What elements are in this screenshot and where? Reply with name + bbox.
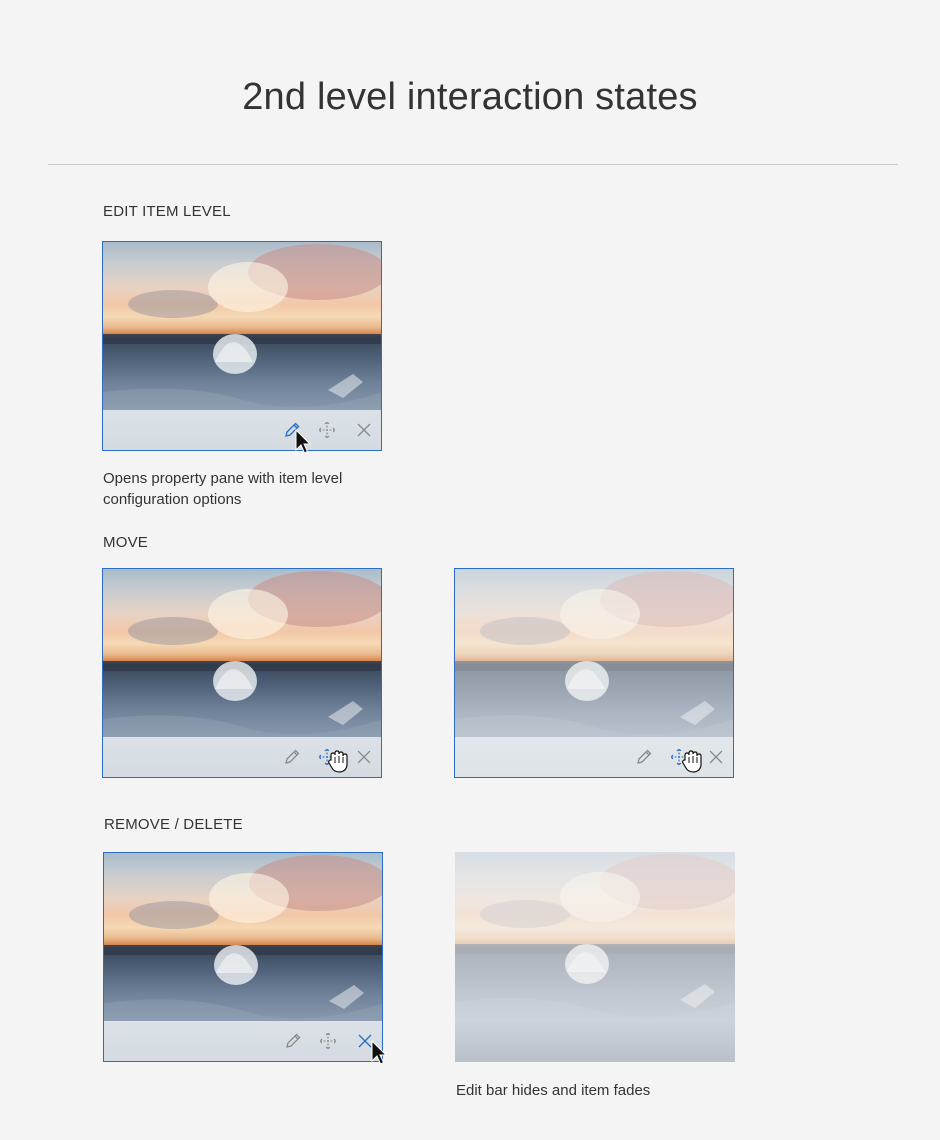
page-title: 2nd level interaction states: [242, 76, 698, 118]
move-arrows-icon[interactable]: [315, 418, 339, 442]
close-icon[interactable]: [704, 745, 728, 769]
edit-toolbar: [455, 737, 733, 777]
pencil-icon[interactable]: [280, 418, 304, 442]
edit-description-line1: Opens property pane with item level: [103, 470, 343, 487]
edit-toolbar: [103, 410, 381, 450]
edit-description: Opens property pane with item level conf…: [103, 468, 342, 510]
move-arrows-icon[interactable]: [316, 1029, 340, 1053]
pencil-icon[interactable]: [280, 745, 304, 769]
image-card-move-dragging[interactable]: [454, 568, 734, 778]
section-label-move: MOVE: [103, 534, 148, 551]
remove-description: Edit bar hides and item fades: [456, 1082, 651, 1099]
image-card-move[interactable]: [102, 568, 382, 778]
edit-description-line2: configuration options: [103, 491, 242, 508]
image-card-remove[interactable]: [103, 852, 383, 1062]
close-icon[interactable]: [352, 418, 376, 442]
section-label-remove: REMOVE / DELETE: [104, 816, 243, 833]
landscape-photo: [455, 852, 735, 1062]
pencil-icon[interactable]: [632, 745, 656, 769]
edit-toolbar: [103, 737, 381, 777]
move-arrows-icon[interactable]: [315, 745, 339, 769]
image-card-removed-faded: [455, 852, 735, 1062]
edit-toolbar: [104, 1021, 382, 1061]
close-icon[interactable]: [352, 745, 376, 769]
divider: [48, 164, 898, 165]
pencil-icon[interactable]: [281, 1029, 305, 1053]
image-card-edit[interactable]: [102, 241, 382, 451]
move-arrows-icon[interactable]: [667, 745, 691, 769]
section-label-edit: EDIT ITEM LEVEL: [103, 203, 231, 220]
close-icon[interactable]: [353, 1029, 377, 1053]
